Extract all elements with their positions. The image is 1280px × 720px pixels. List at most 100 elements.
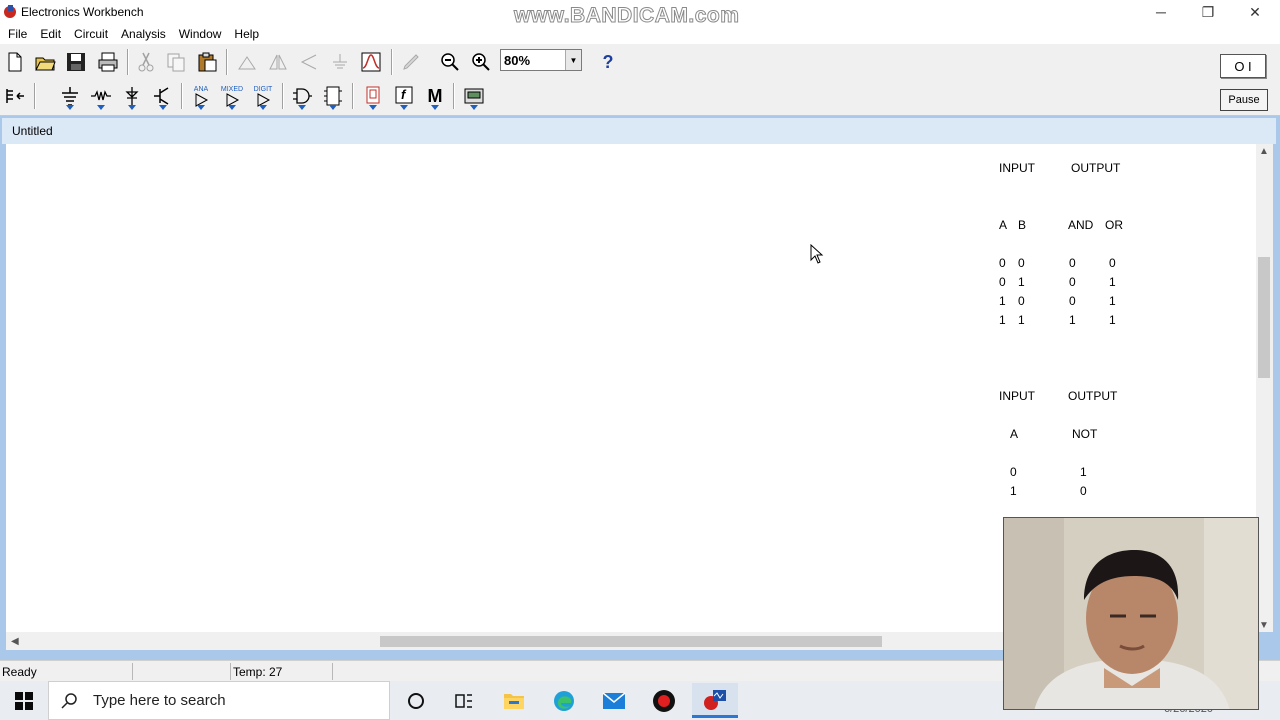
miscellaneous-parts-bin-button[interactable]: M <box>422 83 448 110</box>
dropdown-indicator-icon <box>159 105 167 110</box>
print-button[interactable] <box>95 49 121 75</box>
logic-gates-parts-bin-button[interactable] <box>289 83 315 110</box>
paste-button[interactable] <box>194 49 220 75</box>
table-cell: 0 <box>1069 256 1076 270</box>
file-explorer-button[interactable] <box>491 683 537 718</box>
zoom-level-select[interactable]: 80% ▼ <box>500 49 582 71</box>
horizontal-scroll-thumb[interactable] <box>380 636 882 647</box>
table-cell: 1 <box>1080 465 1087 479</box>
electronics-workbench-icon <box>704 690 726 710</box>
ground-source-icon <box>62 87 78 106</box>
table-cell: 0 <box>1109 256 1116 270</box>
digital-parts-bin-button[interactable] <box>320 83 346 110</box>
mixed-ics-parts-bin-button[interactable]: MIXED <box>219 83 245 110</box>
indicators-parts-bin-button[interactable] <box>360 83 386 110</box>
transistor-icon <box>154 87 169 105</box>
flip-vertical-button[interactable] <box>296 49 322 75</box>
controls-parts-bin-button[interactable]: f <box>391 83 417 110</box>
toolbar-separator <box>127 49 128 75</box>
new-file-button[interactable] <box>2 49 28 75</box>
rotate-icon <box>238 56 256 70</box>
and-or-col-or: OR <box>1105 218 1123 232</box>
chevron-down-icon: ▼ <box>565 50 581 70</box>
component-properties-icon <box>333 54 347 69</box>
taskbar-search-box[interactable]: Type here to search <box>48 681 390 720</box>
dropdown-indicator-icon <box>197 105 205 110</box>
transistors-parts-bin-button[interactable] <box>150 83 176 110</box>
search-icon <box>61 692 77 709</box>
and-gate-icon <box>293 88 312 104</box>
task-view-icon <box>455 693 472 708</box>
folder-open-icon <box>35 57 56 71</box>
vertical-scroll-thumb[interactable] <box>1258 257 1270 378</box>
electronics-workbench-logo-icon <box>4 5 16 18</box>
dropdown-indicator-icon <box>298 105 306 110</box>
table-cell: 0 <box>1018 256 1025 270</box>
scroll-left-arrow-icon[interactable]: ◀ <box>11 636 19 647</box>
dropdown-indicator-icon <box>228 105 236 110</box>
edit-button[interactable] <box>398 49 424 75</box>
cut-button[interactable] <box>133 49 159 75</box>
toolbar-separator <box>282 83 283 109</box>
menu-bar: File Edit Circuit Analysis Window Help <box>0 24 1280 44</box>
menu-window[interactable]: Window <box>179 27 222 41</box>
bandicam-recorder-button[interactable] <box>641 683 687 718</box>
table-cell: 0 <box>1069 275 1076 289</box>
table-cell: 0 <box>999 275 1006 289</box>
minimize-button[interactable]: ─ <box>1138 0 1184 24</box>
copy-button[interactable] <box>163 49 189 75</box>
analog-ics-parts-bin-button[interactable]: ANA <box>188 83 214 110</box>
menu-circuit[interactable]: Circuit <box>74 27 108 41</box>
instruments-parts-bin-button[interactable] <box>461 83 487 110</box>
close-button[interactable]: ✕ <box>1232 0 1278 24</box>
table-cell: 1 <box>1069 313 1076 327</box>
create-subcircuit-button[interactable] <box>358 49 384 75</box>
document-title: Untitled <box>12 124 53 138</box>
pause-button[interactable]: Pause <box>1220 89 1268 111</box>
mouse-pointer-icon <box>810 244 824 264</box>
favorites-parts-bin-button[interactable] <box>2 83 28 109</box>
dropdown-indicator-icon <box>97 105 105 110</box>
cortana-button[interactable] <box>393 683 439 718</box>
power-switch[interactable]: O I <box>1220 54 1266 78</box>
digital-ics-parts-bin-button[interactable]: DIGIT <box>250 83 276 110</box>
zoom-in-button[interactable] <box>468 49 494 75</box>
table-cell: 0 <box>999 256 1006 270</box>
menu-help[interactable]: Help <box>234 27 259 41</box>
rotate-button[interactable] <box>234 49 260 75</box>
record-icon <box>653 689 675 712</box>
not-input-header: INPUT <box>999 389 1035 403</box>
diodes-parts-bin-button[interactable] <box>119 83 145 110</box>
restore-button[interactable]: ❐ <box>1185 0 1231 24</box>
edge-browser-button[interactable] <box>541 683 587 718</box>
toolbar-separator <box>181 83 182 109</box>
flip-vertical-icon <box>300 54 317 70</box>
component-properties-button[interactable] <box>327 49 353 75</box>
open-file-button[interactable] <box>32 49 58 75</box>
search-placeholder: Type here to search <box>93 692 226 709</box>
and-or-output-header: OUTPUT <box>1071 161 1121 175</box>
table-cell: 1 <box>1109 313 1116 327</box>
basic-parts-bin-button[interactable] <box>88 83 114 110</box>
copy-icon <box>167 53 185 72</box>
dropdown-indicator-icon <box>329 105 337 110</box>
scroll-down-arrow-icon[interactable]: ▼ <box>1259 620 1269 631</box>
sources-parts-bin-button[interactable] <box>57 83 83 110</box>
electronics-workbench-taskbar-button[interactable] <box>692 683 738 718</box>
zoom-out-button[interactable] <box>437 49 463 75</box>
menu-file[interactable]: File <box>8 27 27 41</box>
cortana-circle-icon <box>408 692 424 709</box>
dropdown-indicator-icon <box>470 105 478 110</box>
save-button[interactable] <box>63 49 89 75</box>
scroll-up-arrow-icon[interactable]: ▲ <box>1259 146 1269 157</box>
zoom-level-value: 80% <box>504 52 531 68</box>
zoom-in-icon <box>472 53 490 71</box>
flip-horizontal-button[interactable] <box>265 49 291 75</box>
menu-analysis[interactable]: Analysis <box>121 27 166 41</box>
window-title: Electronics Workbench <box>21 5 144 19</box>
start-button[interactable] <box>0 681 48 720</box>
mail-button[interactable] <box>591 683 637 718</box>
menu-edit[interactable]: Edit <box>40 27 61 41</box>
help-button[interactable]: ? <box>595 49 621 75</box>
task-view-button[interactable] <box>441 683 487 718</box>
